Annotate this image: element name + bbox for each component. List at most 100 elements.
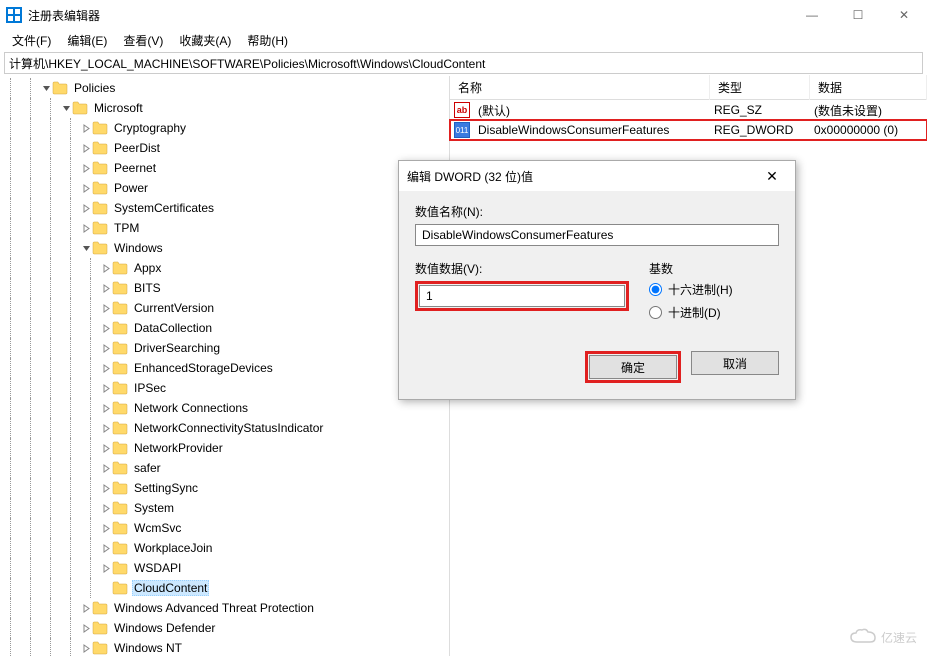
tree-toggle-icon[interactable] (100, 504, 112, 513)
tree-toggle-icon[interactable] (100, 324, 112, 333)
tree-item[interactable]: BITS (0, 278, 449, 298)
tree-item[interactable]: Network Connections (0, 398, 449, 418)
menu-help[interactable]: 帮助(H) (239, 30, 296, 50)
tree-toggle-icon[interactable] (100, 444, 112, 453)
registry-tree[interactable]: PoliciesMicrosoftCryptographyPeerDistPee… (0, 76, 450, 656)
tree-toggle-icon[interactable] (80, 204, 92, 213)
tree-item[interactable]: Cryptography (0, 118, 449, 138)
tree-label: Windows Defender (112, 620, 217, 636)
list-header: 名称 类型 数据 (450, 76, 927, 100)
tree-toggle-icon[interactable] (80, 224, 92, 233)
tree-item[interactable]: System (0, 498, 449, 518)
tree-toggle-icon[interactable] (100, 464, 112, 473)
maximize-button[interactable]: ☐ (835, 0, 881, 30)
tree-item[interactable]: DataCollection (0, 318, 449, 338)
tree-toggle-icon[interactable] (80, 144, 92, 153)
tree-item[interactable]: IPSec (0, 378, 449, 398)
cancel-button[interactable]: 取消 (691, 351, 779, 375)
tree-item[interactable]: PeerDist (0, 138, 449, 158)
value-data: 0x00000000 (0) (810, 121, 927, 139)
string-value-icon: ab (454, 102, 470, 118)
menu-view[interactable]: 查看(V) (115, 30, 171, 50)
regedit-icon (6, 7, 22, 23)
value-name-field[interactable] (415, 224, 779, 246)
tree-label: Windows Advanced Threat Protection (112, 600, 316, 616)
tree-item[interactable]: Power (0, 178, 449, 198)
tree-item[interactable]: safer (0, 458, 449, 478)
tree-toggle-icon[interactable] (100, 264, 112, 273)
tree-label: NetworkConnectivityStatusIndicator (132, 420, 325, 436)
tree-toggle-icon[interactable] (100, 524, 112, 533)
minimize-button[interactable]: — (789, 0, 835, 30)
close-button[interactable]: ✕ (881, 0, 927, 30)
tree-toggle-icon[interactable] (100, 484, 112, 493)
tree-toggle-icon[interactable] (80, 604, 92, 613)
tree-toggle-icon[interactable] (80, 244, 92, 253)
tree-toggle-icon[interactable] (100, 284, 112, 293)
address-bar[interactable]: 计算机\HKEY_LOCAL_MACHINE\SOFTWARE\Policies… (4, 52, 923, 74)
tree-toggle-icon[interactable] (100, 304, 112, 313)
value-data-field[interactable] (419, 285, 625, 307)
value-type: REG_SZ (710, 101, 810, 119)
tree-label: CloudContent (132, 580, 209, 596)
col-data[interactable]: 数据 (810, 75, 927, 100)
tree-toggle-icon[interactable] (80, 124, 92, 133)
tree-item[interactable]: WSDAPI (0, 558, 449, 578)
ok-highlight: 确定 (585, 351, 681, 383)
tree-label: BITS (132, 280, 163, 296)
tree-item[interactable]: Windows Defender (0, 618, 449, 638)
menu-favorites[interactable]: 收藏夹(A) (171, 30, 239, 50)
menu-file[interactable]: 文件(F) (4, 30, 59, 50)
radio-hex[interactable]: 十六进制(H) (649, 281, 779, 298)
tree-item[interactable]: Windows Advanced Threat Protection (0, 598, 449, 618)
radio-dec-input[interactable] (649, 306, 662, 319)
tree-toggle-icon[interactable] (80, 624, 92, 633)
tree-toggle-icon[interactable] (80, 184, 92, 193)
tree-item[interactable]: CloudContent (0, 578, 449, 598)
tree-item[interactable]: SettingSync (0, 478, 449, 498)
col-type[interactable]: 类型 (710, 75, 810, 100)
tree-toggle-icon[interactable] (100, 564, 112, 573)
tree-item[interactable]: WorkplaceJoin (0, 538, 449, 558)
dialog-titlebar[interactable]: 编辑 DWORD (32 位)值 ✕ (399, 161, 795, 191)
edit-dword-dialog: 编辑 DWORD (32 位)值 ✕ 数值名称(N): 数值数据(V): 基数 … (398, 160, 796, 400)
tree-item[interactable]: SystemCertificates (0, 198, 449, 218)
tree-item[interactable]: Peernet (0, 158, 449, 178)
tree-toggle-icon[interactable] (100, 544, 112, 553)
tree-toggle-icon[interactable] (100, 364, 112, 373)
value-name: (默认) (474, 100, 710, 121)
radio-dec[interactable]: 十进制(D) (649, 304, 779, 321)
tree-item[interactable]: Appx (0, 258, 449, 278)
value-name: DisableWindowsConsumerFeatures (474, 121, 710, 139)
dialog-close-button[interactable]: ✕ (757, 168, 787, 185)
tree-toggle-icon[interactable] (100, 384, 112, 393)
tree-item[interactable]: Microsoft (0, 98, 449, 118)
tree-toggle-icon[interactable] (60, 104, 72, 113)
tree-label: IPSec (132, 380, 168, 396)
tree-item[interactable]: NetworkProvider (0, 438, 449, 458)
tree-item[interactable]: Windows NT (0, 638, 449, 656)
tree-toggle-icon[interactable] (100, 424, 112, 433)
tree-toggle-icon[interactable] (80, 164, 92, 173)
tree-toggle-icon[interactable] (80, 644, 92, 653)
tree-item[interactable]: NetworkConnectivityStatusIndicator (0, 418, 449, 438)
menubar: 文件(F) 编辑(E) 查看(V) 收藏夹(A) 帮助(H) (0, 30, 927, 50)
list-row[interactable]: ab(默认)REG_SZ(数值未设置) (450, 100, 927, 120)
tree-item[interactable]: Policies (0, 78, 449, 98)
tree-toggle-icon[interactable] (40, 84, 52, 93)
tree-item[interactable]: CurrentVersion (0, 298, 449, 318)
menu-edit[interactable]: 编辑(E) (59, 30, 115, 50)
radio-hex-input[interactable] (649, 283, 662, 296)
tree-label: WSDAPI (132, 560, 183, 576)
tree-item[interactable]: DriverSearching (0, 338, 449, 358)
col-name[interactable]: 名称 (450, 75, 710, 100)
list-row[interactable]: 011DisableWindowsConsumerFeaturesREG_DWO… (450, 120, 927, 140)
tree-item[interactable]: TPM (0, 218, 449, 238)
tree-item[interactable]: WcmSvc (0, 518, 449, 538)
ok-button[interactable]: 确定 (589, 355, 677, 379)
tree-toggle-icon[interactable] (100, 404, 112, 413)
tree-toggle-icon[interactable] (100, 344, 112, 353)
tree-item[interactable]: EnhancedStorageDevices (0, 358, 449, 378)
tree-item[interactable]: Windows (0, 238, 449, 258)
tree-label: EnhancedStorageDevices (132, 360, 275, 376)
